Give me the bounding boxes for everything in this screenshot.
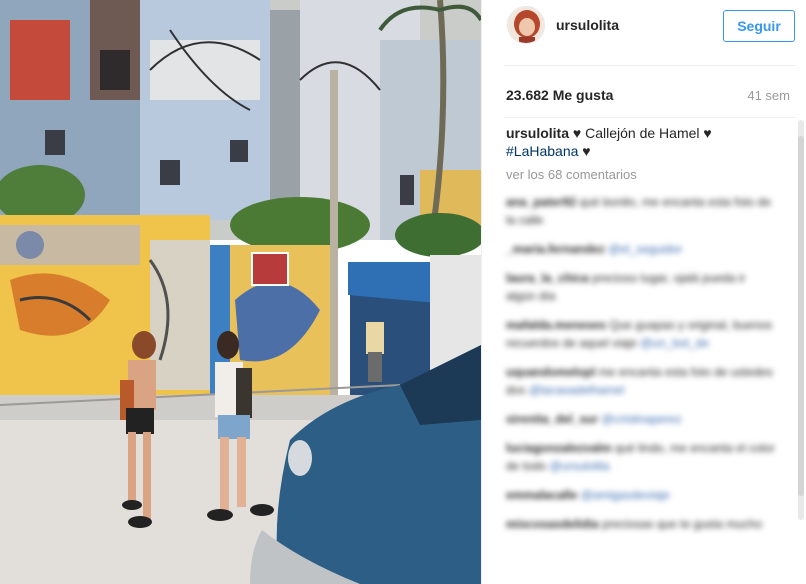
view-all-comments-link[interactable]: ver los 68 comentarios (506, 167, 637, 182)
comment-item: laura_la_chica precioso lugar, ojalá pue… (506, 269, 776, 305)
heart-icon: ♥ (703, 125, 712, 141)
comment-item: sirenita_del_sur @cristinaperez (506, 410, 776, 428)
comment-mention[interactable]: @un_bot_de (640, 336, 709, 350)
comment-username[interactable]: _maria.fernandez (506, 242, 605, 256)
comment-username[interactable]: sirenita_del_sur (506, 412, 598, 426)
comments-list: ana_pater92 qué bonito, me encanta esta … (506, 193, 776, 544)
street-photo-image (0, 0, 481, 584)
comment-item: uquandomelopl me encanta esta foto de us… (506, 363, 776, 399)
comment-mention[interactable]: @amigasdeviaje (581, 488, 670, 502)
scrollbar-thumb[interactable] (798, 136, 804, 496)
comment-item: mafalda.meneses Que guapas y original, b… (506, 316, 776, 352)
header-divider (504, 65, 796, 66)
post-header: ursulolita Seguir (504, 6, 796, 46)
comment-username[interactable]: laura_la_chica (506, 271, 589, 285)
caption-text: Callejón de Hamel (585, 125, 700, 141)
comment-item: luciagonzalezvalm qué lindo, me encanta … (506, 439, 776, 475)
heart-icon: ♥ (582, 143, 591, 159)
caption-hashtag[interactable]: #LaHabana (506, 143, 578, 159)
likes-count[interactable]: 23.682 Me gusta (506, 87, 613, 103)
comment-item: _maria.fernandez @el_seguidor (506, 240, 776, 258)
post-details-panel: ursulolita Seguir 23.682 Me gusta 41 sem… (481, 0, 806, 584)
comment-item: ana_pater92 qué bonito, me encanta esta … (506, 193, 776, 229)
post-photo[interactable] (0, 0, 481, 584)
comment-username[interactable]: mafalda.meneses (506, 318, 606, 332)
avatar[interactable] (507, 6, 545, 44)
comment-mention[interactable]: @el_seguidor (608, 242, 682, 256)
heart-icon: ♥ (572, 125, 582, 141)
comment-username[interactable]: miscosasdelidia (506, 517, 599, 531)
comments-scrollbar[interactable] (798, 120, 804, 520)
avatar-image (508, 7, 544, 43)
comment-username[interactable]: luciagonzalezvalm (506, 441, 611, 455)
comment-text: preciosas que te gusta mucho (602, 517, 763, 531)
comment-mention[interactable]: @lacasadelhamel (529, 383, 625, 397)
post-caption: ursulolita ♥ Callejón de Hamel ♥ #LaHaba… (506, 124, 786, 160)
likes-divider (504, 117, 796, 118)
comment-mention[interactable]: @ursulolita (549, 459, 609, 473)
follow-button[interactable]: Seguir (723, 10, 795, 42)
comment-mention[interactable]: @cristinaperez (601, 412, 681, 426)
comment-item: miscosasdelidia preciosas que te gusta m… (506, 515, 776, 533)
comment-username[interactable]: ana_pater92 (506, 195, 576, 209)
post-time[interactable]: 41 sem (747, 88, 790, 103)
caption-username[interactable]: ursulolita (506, 125, 569, 141)
comment-username[interactable]: uquandomelopl (506, 365, 595, 379)
post-username[interactable]: ursulolita (556, 17, 619, 33)
comment-item: emmalacalle @amigasdeviaje (506, 486, 776, 504)
comment-username[interactable]: emmalacalle (506, 488, 577, 502)
